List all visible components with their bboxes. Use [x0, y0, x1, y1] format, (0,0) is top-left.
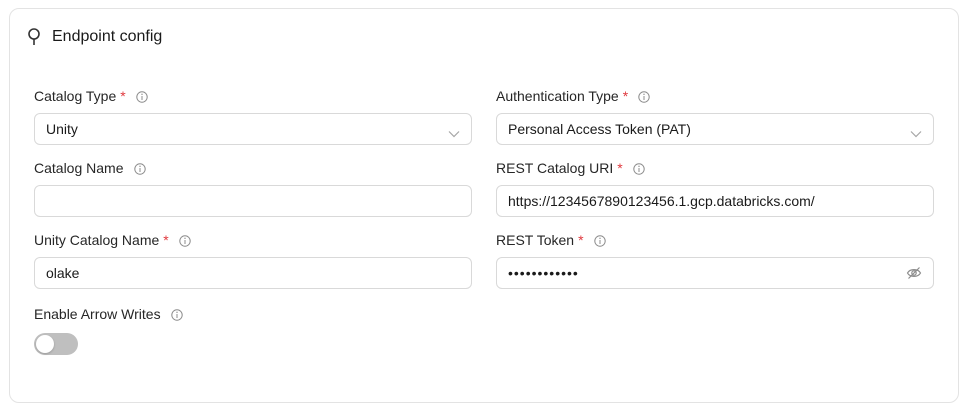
info-icon[interactable] [170, 308, 183, 321]
catalog-type-value: Unity [46, 121, 78, 137]
rest-catalog-uri-label-text: REST Catalog URI [496, 160, 614, 176]
info-icon[interactable] [638, 90, 650, 103]
catalog-name-label: Catalog Name [34, 160, 146, 176]
card-title: Endpoint config [52, 28, 163, 45]
authentication-type-select[interactable]: Personal Access Token (PAT) [496, 113, 934, 145]
catalog-type-label-text: Catalog Type [34, 88, 117, 104]
enable-arrow-writes-toggle[interactable] [34, 333, 78, 355]
required-marker: * [622, 88, 629, 104]
info-icon[interactable] [136, 90, 148, 103]
eye-off-icon[interactable] [906, 266, 922, 280]
info-icon[interactable] [593, 234, 606, 247]
authentication-type-label-text: Authentication Type [496, 88, 619, 104]
catalog-name-input[interactable] [34, 185, 472, 217]
authentication-type-value: Personal Access Token (PAT) [508, 121, 691, 137]
required-marker: * [617, 160, 623, 176]
required-marker: * [120, 88, 126, 104]
rest-token-label-text: REST Token [496, 232, 575, 248]
rest-token-value: •••••••••••• [508, 265, 579, 281]
rest-token-label: REST Token * [496, 232, 606, 248]
info-icon[interactable] [133, 162, 146, 175]
info-icon[interactable] [179, 234, 191, 247]
rest-catalog-uri-input[interactable]: https://1234567890123456.1.gcp.databrick… [496, 185, 934, 217]
chevron-down-icon [910, 125, 922, 138]
catalog-name-label-text: Catalog Name [34, 160, 124, 176]
unity-catalog-name-input[interactable]: olake [34, 257, 472, 289]
unity-catalog-name-label: Unity Catalog Name * [34, 232, 191, 248]
catalog-type-select[interactable]: Unity [34, 113, 472, 145]
toggle-knob [36, 335, 54, 353]
chevron-down-icon [448, 125, 460, 138]
card-header: Endpoint config [26, 27, 162, 47]
enable-arrow-writes-label: Enable Arrow Writes [34, 306, 183, 322]
required-marker: * [578, 232, 584, 248]
rest-catalog-uri-value: https://1234567890123456.1.gcp.databrick… [508, 193, 815, 209]
enable-arrow-writes-label-text: Enable Arrow Writes [34, 306, 161, 322]
rest-catalog-uri-label: REST Catalog URI * [496, 160, 645, 176]
authentication-type-label: Authentication Type * [496, 88, 650, 104]
unity-catalog-name-label-text: Unity Catalog Name [34, 232, 160, 248]
pin-icon [26, 27, 42, 47]
catalog-type-label: Catalog Type * [34, 88, 148, 104]
rest-token-password-input[interactable]: •••••••••••• [496, 257, 934, 289]
required-marker: * [163, 232, 169, 248]
unity-catalog-name-value: olake [46, 265, 80, 281]
info-icon[interactable] [632, 162, 645, 175]
